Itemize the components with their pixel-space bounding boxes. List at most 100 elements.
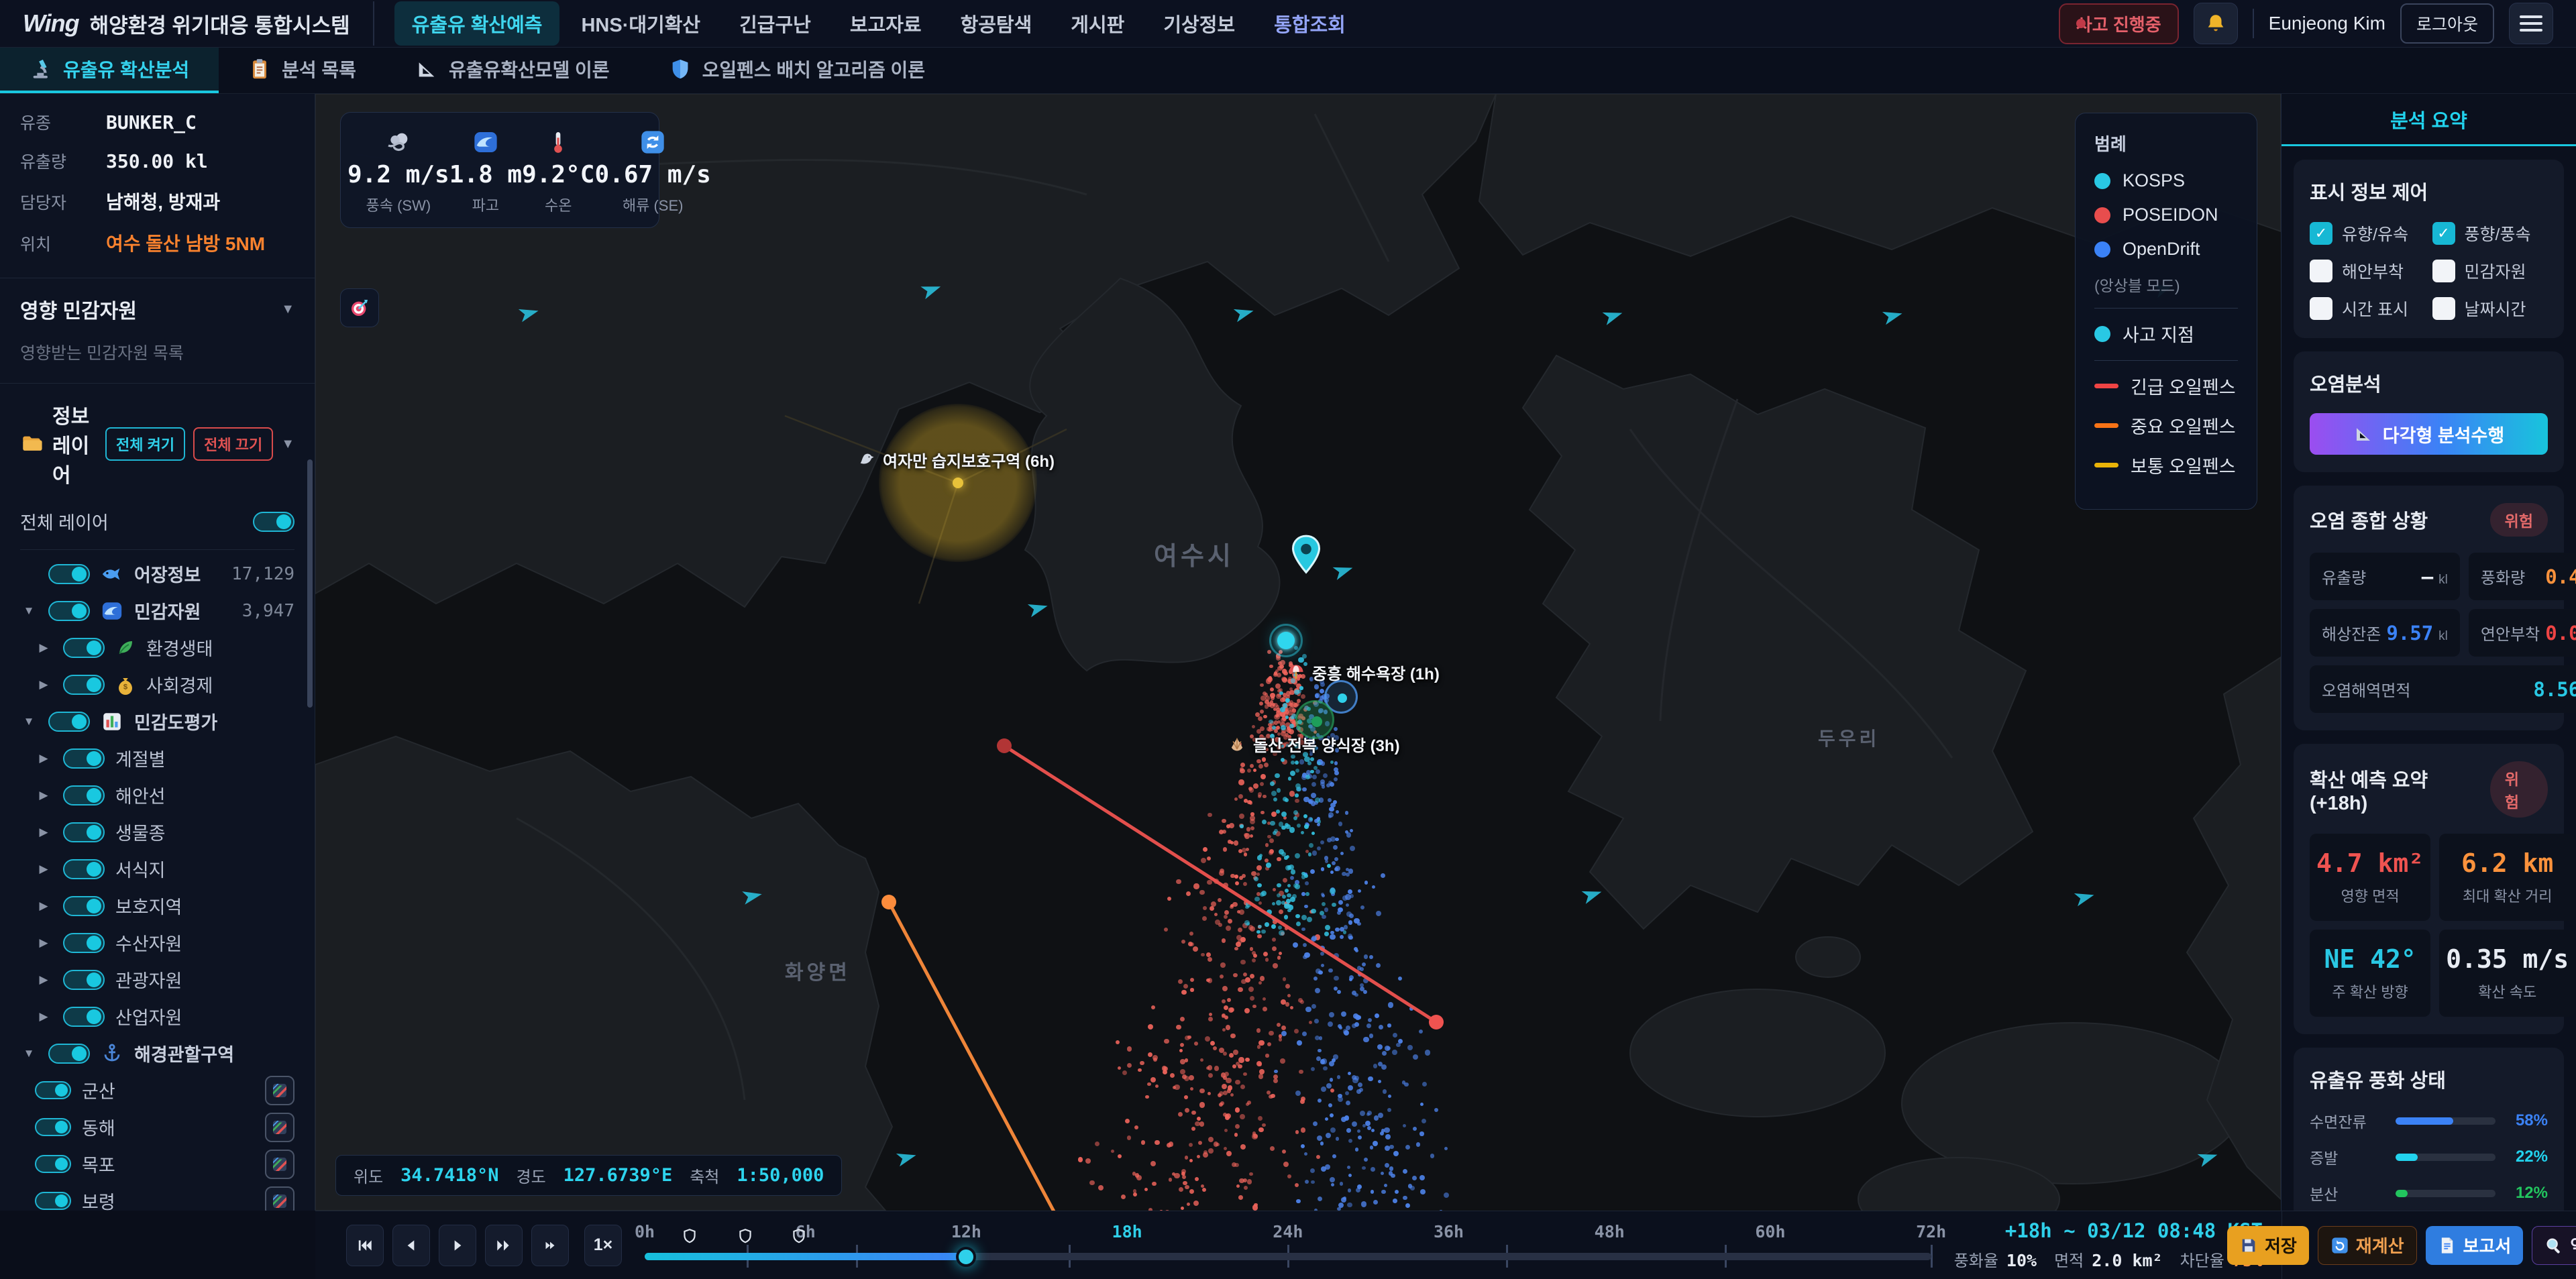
timeline-tick-24h: 24h <box>1273 1222 1303 1241</box>
stat-value: 9.57 <box>2386 622 2433 645</box>
region-map-button[interactable] <box>265 1113 294 1142</box>
sensitive-section-header[interactable]: 영향 민감자원 ▼ <box>0 278 315 340</box>
display-option-민감자원[interactable]: 민감자원 <box>2432 259 2548 283</box>
nav-item-항공탐색[interactable]: 항공탐색 <box>943 1 1050 46</box>
nav-item-게시판[interactable]: 게시판 <box>1053 1 1142 46</box>
display-option-시간 표시[interactable]: 시간 표시 <box>2310 296 2426 321</box>
display-option-label: 시간 표시 <box>2342 296 2408 321</box>
all-layers-off-button[interactable]: 전체 끄기 <box>193 427 273 461</box>
skip-end-button[interactable] <box>531 1225 569 1266</box>
caret-icon[interactable]: ▶ <box>35 1010 52 1023</box>
fence-deploy-marker-icon[interactable] <box>681 1227 698 1248</box>
display-option-해안부착[interactable]: 해안부착 <box>2310 259 2426 283</box>
polygon-analysis-button[interactable]: 다각형 분석수행 <box>2310 413 2548 455</box>
layer-toggle[interactable] <box>63 675 105 695</box>
timeline-thumb[interactable] <box>956 1247 976 1267</box>
fast-forward-button[interactable] <box>485 1225 523 1266</box>
checkbox-unchecked-icon[interactable] <box>2432 260 2455 282</box>
layer-toggle[interactable] <box>35 1155 71 1173</box>
checkbox-checked-icon[interactable]: ✓ <box>2432 222 2455 245</box>
region-map-button[interactable] <box>265 1076 294 1105</box>
nav-item-기상정보[interactable]: 기상정보 <box>1146 1 1252 46</box>
fence-deploy-marker-icon[interactable] <box>790 1227 808 1248</box>
layer-toggle[interactable] <box>63 896 105 916</box>
region-map-button[interactable] <box>265 1186 294 1211</box>
map-canvas[interactable]: 여수시화양면두우리여자만 습지보호구역 (6h)중흥 해수욕장 (1h)돌산 전… <box>315 94 2281 1211</box>
caret-icon[interactable]: ▶ <box>35 752 52 765</box>
stat-label: 오염해역면적 <box>2322 677 2410 701</box>
checkbox-unchecked-icon[interactable] <box>2310 297 2332 320</box>
ruler-icon <box>2353 424 2373 444</box>
recenter-button[interactable] <box>340 288 379 327</box>
checkbox-unchecked-icon[interactable] <box>2310 260 2332 282</box>
step-back-button[interactable] <box>392 1225 430 1266</box>
tab-유출유확산모델 이론[interactable]: 유출유확산모델 이론 <box>386 48 639 93</box>
all-layers-on-button[interactable]: 전체 켜기 <box>105 427 185 461</box>
layer-toggle[interactable] <box>63 638 105 658</box>
pollution-status-card: 오염 종합 상황 위험 유출량—kl풍화량0.43kl해상잔존9.57kl연안부… <box>2294 486 2564 730</box>
caret-icon[interactable]: ▶ <box>35 973 52 987</box>
caret-icon[interactable]: ▶ <box>35 789 52 802</box>
layer-toggle[interactable] <box>63 933 105 953</box>
caret-icon[interactable]: ▼ <box>20 604 38 618</box>
caret-icon[interactable]: ▶ <box>35 899 52 913</box>
nav-item-보고자료[interactable]: 보고자료 <box>833 1 939 46</box>
region-map-button[interactable] <box>265 1150 294 1179</box>
nav-item-통합조회[interactable]: 통합조회 <box>1256 1 1363 46</box>
menu-button[interactable] <box>2509 3 2553 44</box>
display-option-날짜시간[interactable]: 날짜시간 <box>2432 296 2548 321</box>
bar-track <box>2396 1154 2496 1161</box>
caret-icon[interactable]: ▶ <box>35 826 52 839</box>
nav-item-유출유 확산예측[interactable]: 유출유 확산예측 <box>394 1 560 46</box>
wind-icon <box>385 129 412 156</box>
display-option-풍향/풍속[interactable]: ✓풍향/풍속 <box>2432 221 2548 245</box>
tab-유출유 확산분석[interactable]: 유출유 확산분석 <box>0 48 219 93</box>
checkbox-checked-icon[interactable]: ✓ <box>2310 222 2332 245</box>
layers-section-title: 정보 레이어 <box>52 400 96 488</box>
layer-toggle[interactable] <box>48 601 90 621</box>
notifications-button[interactable] <box>2194 3 2238 44</box>
timeline-bar: 1× 0h6h12h18h24h36h48h60h72h +18h ~ 03/1… <box>315 1211 2576 1279</box>
caret-icon[interactable]: ▶ <box>35 641 52 655</box>
skip-start-button[interactable] <box>346 1225 384 1266</box>
sidebar-scrollbar[interactable] <box>307 459 313 708</box>
nav-item-HNS·대기확산[interactable]: HNS·대기확산 <box>564 1 718 46</box>
tab-분석 목록[interactable]: 분석 목록 <box>219 48 386 93</box>
tab-오일펜스 배치 알고리즘 이론[interactable]: 오일펜스 배치 알고리즘 이론 <box>639 48 955 93</box>
caret-icon[interactable]: ▼ <box>20 1047 38 1060</box>
layer-toggle[interactable] <box>63 822 105 842</box>
caret-icon[interactable]: ▼ <box>20 715 38 728</box>
역추적-button[interactable]: 역추적 <box>2532 1226 2576 1265</box>
저장-button[interactable]: 저장 <box>2227 1226 2309 1265</box>
caret-icon[interactable]: ▶ <box>35 936 52 950</box>
layer-toggle[interactable] <box>48 1044 90 1064</box>
play-button[interactable] <box>439 1225 476 1266</box>
layer-toggle[interactable] <box>63 785 105 805</box>
layer-toggle[interactable] <box>63 748 105 769</box>
fence-deploy-marker-icon[interactable] <box>737 1227 754 1248</box>
보고서-button[interactable]: 보고서 <box>2426 1226 2524 1265</box>
layer-toggle[interactable] <box>35 1081 71 1099</box>
layer-toggle[interactable] <box>63 1007 105 1027</box>
topbar-divider <box>2253 9 2254 38</box>
checkbox-unchecked-icon[interactable] <box>2432 297 2455 320</box>
caret-icon[interactable]: ▶ <box>35 863 52 876</box>
layer-toggle[interactable] <box>35 1118 71 1136</box>
layer-toggle[interactable] <box>48 564 90 584</box>
재계산-button[interactable]: 재계산 <box>2318 1226 2417 1265</box>
display-option-유향/유속[interactable]: ✓유향/유속 <box>2310 221 2426 245</box>
logout-button[interactable]: 로그아웃 <box>2400 3 2494 44</box>
stat-label: 연안부착 <box>2481 621 2540 645</box>
layer-toggle[interactable] <box>63 970 105 990</box>
caret-icon[interactable]: ▶ <box>35 678 52 691</box>
region-row-동해: 동해 <box>0 1109 315 1146</box>
playback-speed-button[interactable]: 1× <box>584 1225 622 1266</box>
layer-toggle[interactable] <box>35 1192 71 1210</box>
nav-item-긴급구난[interactable]: 긴급구난 <box>722 1 828 46</box>
legend-title: 범례 <box>2094 131 2238 156</box>
layer-toggle[interactable] <box>48 712 90 732</box>
layer-toggle[interactable] <box>63 859 105 879</box>
forecast-cell-주 확산 방향: NE 42°주 확산 방향 <box>2310 930 2430 1017</box>
master-layer-toggle[interactable] <box>253 512 294 532</box>
region-row-목포: 목포 <box>0 1146 315 1182</box>
